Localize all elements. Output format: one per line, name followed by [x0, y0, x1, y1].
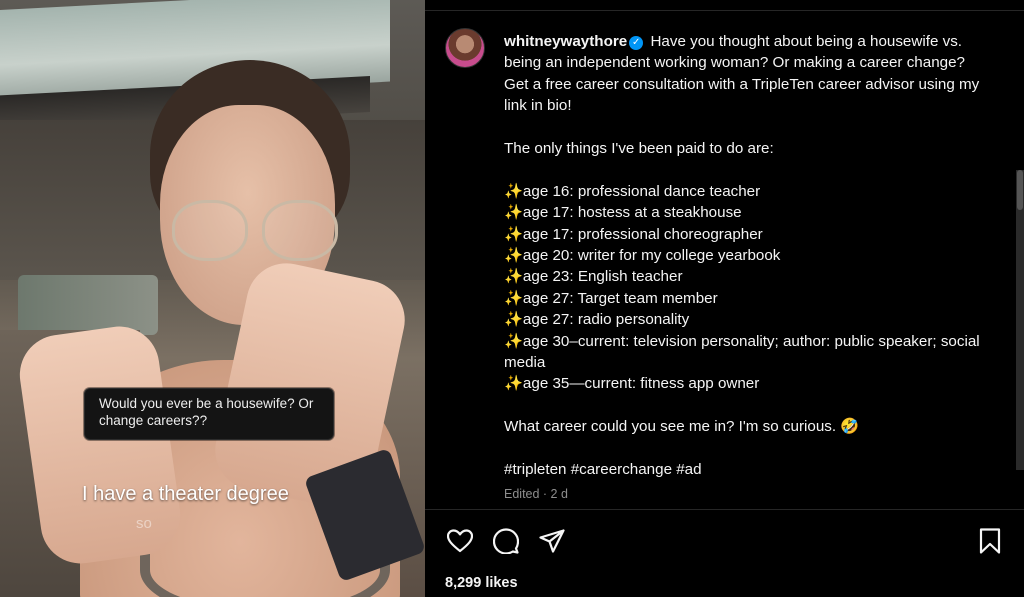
caption-job-item: ✨age 27: Target team member: [504, 288, 989, 309]
sparkles-emoji-icon: ✨: [504, 204, 523, 222]
caption-job-list: ✨age 16: professional dance teacher ✨age …: [504, 181, 989, 395]
top-divider: [425, 10, 1024, 11]
caption-job-text: age 23: English teacher: [522, 268, 683, 286]
glasses-right-lens: [262, 200, 338, 261]
post-details-panel: whitneywaythore ✓ Have you thought about …: [425, 0, 1024, 597]
heart-icon[interactable]: [445, 526, 475, 556]
sparkles-emoji-icon: ✨: [504, 375, 523, 393]
caption-job-item: ✨age 30–current: television personality;…: [504, 331, 989, 374]
caption-list-heading: The only things I've been paid to do are…: [504, 140, 774, 158]
caption-job-text: age 16: professional dance teacher: [522, 182, 761, 200]
verified-badge-icon: ✓: [629, 36, 644, 50]
caption-job-item: ✨age 23: English teacher: [504, 266, 989, 287]
caption-job-text: age 30–current: television personality; …: [504, 332, 980, 372]
caption-job-text: age 17: hostess at a steakhouse: [522, 204, 742, 222]
post-caption: whitneywaythore ✓ Have you thought about …: [504, 31, 989, 480]
username-link[interactable]: whitneywaythore: [504, 33, 627, 50]
caption-job-text: age 27: radio personality: [522, 311, 690, 329]
caption-job-item: ✨age 27: radio personality: [504, 309, 989, 330]
caption-question: What career could you see me in? I'm so …: [504, 416, 989, 437]
video-player[interactable]: Would you ever be a housewife? Or change…: [0, 0, 425, 597]
bookmark-icon[interactable]: [975, 526, 1005, 556]
caption-hashtags[interactable]: #tripleten #careerchange #ad: [504, 459, 989, 480]
caption-job-text: age 35—current: fitness app owner: [522, 375, 760, 393]
sparkles-emoji-icon: ✨: [504, 332, 523, 350]
car-side-window: [18, 275, 158, 335]
glasses-left-lens: [172, 200, 248, 261]
caption-job-item: ✨age 35—current: fitness app owner: [504, 373, 989, 394]
likes-count[interactable]: 8,299 likes: [445, 575, 518, 591]
question-sticker: Would you ever be a housewife? Or change…: [84, 388, 334, 440]
edited-timestamp: Edited · 2 d: [504, 487, 568, 501]
comment-icon[interactable]: [491, 526, 521, 556]
caption-job-item: ✨age 20: writer for my college yearbook: [504, 245, 989, 266]
scrollbar[interactable]: [1016, 170, 1024, 470]
action-bar: [445, 526, 1005, 556]
sparkles-emoji-icon: ✨: [504, 311, 523, 329]
caption-job-item: ✨age 17: hostess at a steakhouse: [504, 202, 989, 223]
caption-job-text: age 17: professional choreographer: [522, 225, 763, 243]
share-icon[interactable]: [537, 526, 567, 556]
scrollbar-thumb[interactable]: [1017, 170, 1023, 210]
sparkles-emoji-icon: ✨: [504, 289, 523, 307]
caption-job-item: ✨age 17: professional choreographer: [504, 224, 989, 245]
sparkles-emoji-icon: ✨: [504, 268, 523, 286]
caption-job-text: age 20: writer for my college yearbook: [522, 247, 781, 265]
sparkles-emoji-icon: ✨: [504, 247, 523, 265]
video-caption: I have a theater degree: [82, 483, 289, 505]
actions-divider: [425, 509, 1024, 510]
sparkles-emoji-icon: ✨: [504, 225, 523, 243]
caption-job-item: ✨age 16: professional dance teacher: [504, 181, 989, 202]
sparkles-emoji-icon: ✨: [504, 182, 523, 200]
video-caption-sub: so: [136, 515, 152, 532]
caption-question-text: What career could you see me in? I'm so …: [504, 418, 837, 436]
avatar[interactable]: [445, 28, 485, 68]
laughing-emoji-icon: 🤣: [840, 418, 860, 436]
caption-job-text: age 27: Target team member: [522, 289, 718, 307]
